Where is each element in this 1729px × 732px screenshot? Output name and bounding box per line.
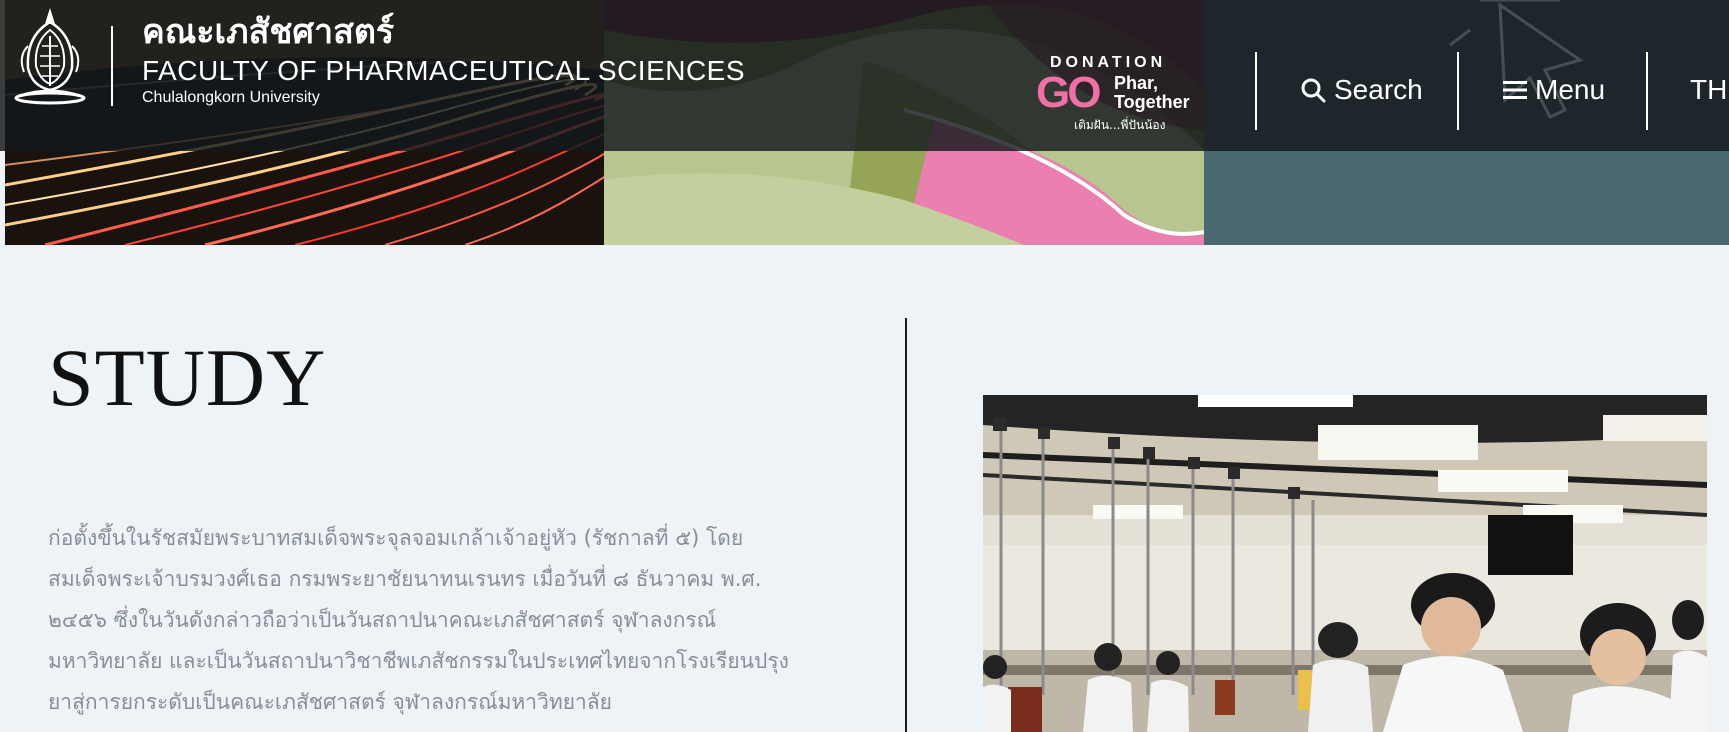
donation-go-text: GO [1036,68,1101,117]
paragraph-line: สมเด็จพระเจ้าบรมวงศ์เธอ กรมพระยาชัยนาทนเ… [48,567,762,591]
logo-university[interactable]: Chulalongkorn University [142,88,320,108]
logo-title-th[interactable]: คณะเภสัชศาสตร์ [142,12,394,52]
donation-tagline: เติมฝัน...พี่ปันน้อง [1074,118,1166,132]
language-switch[interactable]: TH [1690,70,1727,110]
donation-together-line: Together [1114,92,1190,112]
search-button[interactable]: Search [1300,70,1423,110]
nav-divider [1646,52,1648,130]
menu-label: Menu [1535,74,1606,105]
search-icon [1301,78,1326,103]
search-label: Search [1334,74,1423,105]
logo-divider [111,26,113,106]
study-description: ก่อตั้งขึ้นในรัชสมัยพระบาทสมเด็จพระจุลจอ… [48,518,848,723]
paragraph-line: ๒๔๕๖ ซึ่งในวันดังกล่าวถือว่าเป็นวันสถาปน… [48,608,717,632]
content-divider [905,318,907,732]
hamburger-menu-icon [1503,81,1527,99]
menu-button[interactable]: Menu [1503,70,1605,110]
donation-phar-line: Phar, [1114,73,1159,93]
donation-phar-text: Phar, Together [1114,74,1190,112]
language-label: TH [1690,74,1728,105]
paragraph-line: ยาสู่การยกระดับเป็นคณะเภสัชศาสตร์ จุฬาลง… [48,690,612,714]
laboratory-photo [983,395,1707,732]
logo-title-en[interactable]: FACULTY OF PHARMACEUTICAL SCIENCES [142,54,745,88]
chula-emblem-icon[interactable] [14,6,86,106]
paragraph-line: ก่อตั้งขึ้นในรัชสมัยพระบาทสมเด็จพระจุลจอ… [48,526,744,550]
paragraph-line: มหาวิทยาลัย และเป็นวันสถาปนาวิชาชีพเภสัช… [48,649,789,673]
donation-link[interactable]: DONATION GO Phar, Together เติมฝัน...พี่… [1036,52,1216,136]
nav-divider [1255,52,1257,130]
header-bar: คณะเภสัชศาสตร์ FACULTY OF PHARMACEUTICAL… [0,0,1729,151]
nav-divider [1457,52,1459,130]
hero-banner: คณะเภสัชศาสตร์ FACULTY OF PHARMACEUTICAL… [0,0,1729,245]
page-title: STUDY [48,332,327,423]
